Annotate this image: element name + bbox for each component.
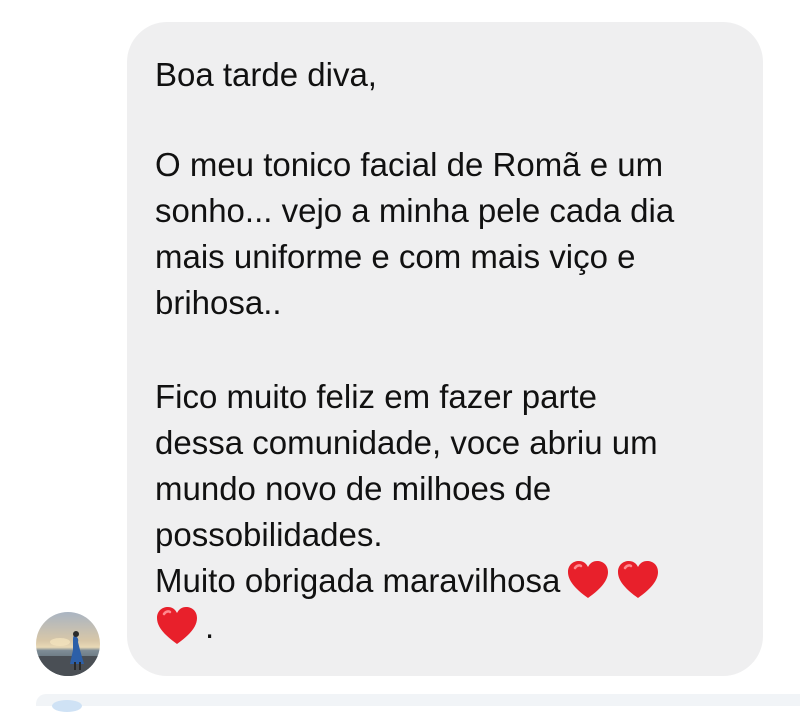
message-bubble[interactable]: Boa tarde diva, O meu tonico facial de R… [127,22,763,676]
red-heart-icon [155,606,199,646]
message-end-mark: . [205,608,215,645]
next-avatar-partial [52,700,82,712]
message-paragraph-2: Fico muito feliz em fazer parte dessa co… [155,378,658,553]
message-greeting: Boa tarde diva, [155,56,377,93]
next-message-strip [36,694,800,706]
avatar-photo-icon [36,612,100,676]
message-paragraph-1: O meu tonico facial de Romã e um sonho..… [155,146,675,321]
red-heart-icon [566,560,610,600]
sender-avatar[interactable] [36,612,100,676]
message-closing: Muito obrigada maravilhosa [155,562,561,599]
red-heart-icon [616,560,660,600]
message-closing-line-2: . [155,604,739,650]
message-closing-line: Muito obrigada maravilhosa [155,558,739,604]
